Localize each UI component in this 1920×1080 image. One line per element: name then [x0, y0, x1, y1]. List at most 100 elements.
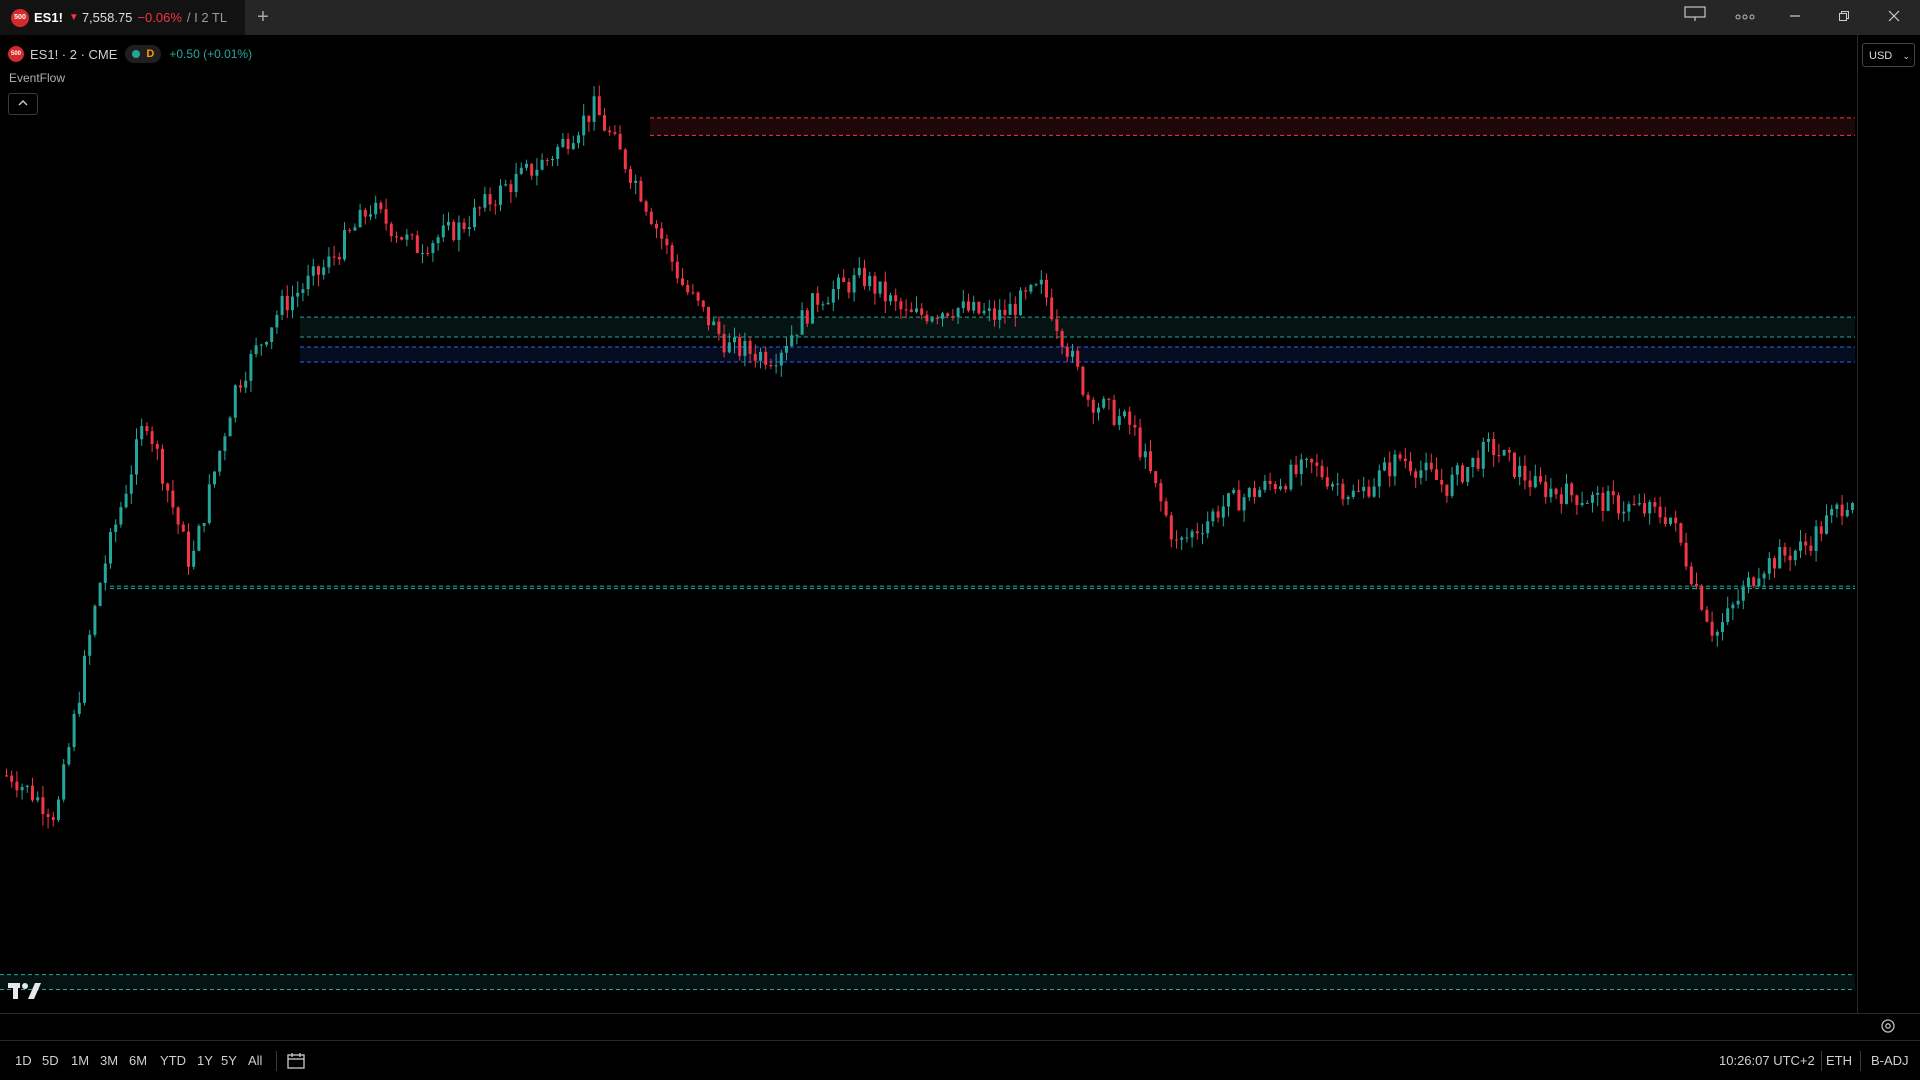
- candle-body: [764, 351, 768, 365]
- settings-gear-icon[interactable]: [1877, 1018, 1899, 1040]
- close-icon[interactable]: [1879, 6, 1909, 28]
- restore-icon[interactable]: [1829, 6, 1859, 28]
- candle-body: [1788, 555, 1792, 561]
- range-1d[interactable]: 1D: [15, 1053, 32, 1068]
- candle-body: [852, 275, 856, 293]
- candle-body: [1279, 486, 1282, 490]
- candle-body: [462, 222, 466, 229]
- candle-body: [743, 340, 747, 356]
- adjustment-toggle[interactable]: B-ADJ: [1871, 1053, 1909, 1068]
- candle-body: [218, 450, 222, 472]
- candle-body: [129, 474, 133, 494]
- candle-body: [545, 159, 549, 161]
- candle-body: [301, 289, 305, 293]
- currency-select[interactable]: USD ⌄: [1862, 43, 1915, 67]
- candle-body: [1081, 366, 1085, 395]
- candle-body: [1357, 490, 1360, 492]
- candle-body: [1513, 452, 1516, 478]
- candle-body: [384, 209, 388, 224]
- price-chart[interactable]: 7,568.007,564.007,560.007,556.007,552.00…: [0, 35, 1858, 1013]
- candle-body: [1299, 459, 1303, 475]
- candle-body: [426, 252, 430, 254]
- layout-icon[interactable]: [1680, 6, 1710, 28]
- title-bar: 500 ES1! ▼ 7,558.75 −0.06% / I 2 TL +: [0, 0, 1920, 35]
- candle-body: [1814, 526, 1818, 551]
- collapse-indicators-button[interactable]: [8, 93, 38, 115]
- price-axis-divider: [1857, 35, 1858, 1013]
- candle-body: [124, 493, 128, 508]
- range-6m[interactable]: 6M: [129, 1053, 147, 1068]
- candle-body: [748, 340, 752, 354]
- more-icon[interactable]: [1730, 6, 1760, 28]
- candle-body: [826, 302, 830, 305]
- candle-body: [1414, 471, 1418, 478]
- candle-body: [639, 180, 643, 202]
- candle-body: [441, 225, 445, 238]
- candle-body: [1429, 462, 1433, 470]
- candle-body: [1086, 394, 1090, 400]
- candle-body: [483, 194, 487, 208]
- candle-body: [857, 267, 861, 276]
- candle-body: [119, 507, 123, 525]
- candle-body: [1190, 531, 1194, 538]
- candle-body: [1492, 438, 1496, 456]
- tradingview-logo-icon[interactable]: [8, 980, 44, 1002]
- candle-body: [98, 582, 102, 606]
- candle-body: [1180, 537, 1184, 540]
- candle-body: [1008, 303, 1012, 315]
- candle-body: [1731, 604, 1735, 609]
- range-1m[interactable]: 1M: [71, 1053, 89, 1068]
- candle-body: [1346, 496, 1350, 500]
- clock-readout[interactable]: 10:26:07 UTC+2: [1719, 1053, 1815, 1068]
- candle-body: [1695, 584, 1698, 586]
- candle-body: [577, 135, 580, 144]
- chart-tab[interactable]: 500 ES1! ▼ 7,558.75 −0.06% / I 2 TL: [0, 0, 245, 35]
- range-all[interactable]: All: [248, 1053, 262, 1068]
- candle-body: [1294, 464, 1298, 475]
- candle-body: [1762, 573, 1766, 579]
- candle-body: [1263, 480, 1267, 490]
- candle-body: [275, 314, 279, 328]
- candle-body: [837, 277, 840, 290]
- candle-body: [1133, 424, 1137, 428]
- chevron-up-icon: [18, 100, 28, 106]
- candle-body: [1284, 486, 1288, 490]
- candle-body: [993, 308, 996, 320]
- range-ytd[interactable]: YTD: [160, 1053, 186, 1068]
- candle-body: [1778, 547, 1782, 569]
- candle-body: [400, 236, 404, 240]
- candle-body: [1195, 531, 1199, 534]
- minimize-icon[interactable]: [1780, 6, 1810, 28]
- candle-body: [1736, 600, 1740, 605]
- session-toggle[interactable]: ETH: [1826, 1053, 1852, 1068]
- candle-body: [457, 222, 461, 241]
- range-1y[interactable]: 1Y: [197, 1053, 213, 1068]
- candle-body: [452, 221, 456, 241]
- candle-body: [1643, 502, 1646, 514]
- candle-body: [519, 167, 523, 174]
- candle-body: [10, 775, 14, 782]
- candle-body: [842, 277, 846, 283]
- candle-body: [660, 228, 664, 239]
- candle-body: [228, 417, 232, 437]
- candle-body: [982, 310, 986, 314]
- candle-body: [873, 275, 877, 294]
- indicator-name[interactable]: EventFlow: [9, 71, 65, 85]
- candle-body: [525, 163, 528, 168]
- candle-body: [686, 284, 690, 293]
- range-5d[interactable]: 5D: [42, 1053, 59, 1068]
- legend-symbol[interactable]: ES1! · 2 · CME: [30, 47, 117, 62]
- candle-body: [831, 289, 835, 303]
- range-5y[interactable]: 5Y: [221, 1053, 237, 1068]
- market-status-pill[interactable]: D: [125, 45, 162, 63]
- candle-body: [36, 797, 40, 801]
- candle-body: [285, 296, 289, 311]
- candle-body: [805, 310, 809, 324]
- calendar-icon[interactable]: [286, 1051, 306, 1074]
- range-3m[interactable]: 3M: [100, 1053, 118, 1068]
- candle-body: [15, 781, 19, 791]
- new-tab-plus-icon[interactable]: +: [252, 6, 274, 28]
- candle-body: [1549, 488, 1553, 498]
- candle-body: [1393, 454, 1397, 477]
- candle-body: [1565, 483, 1568, 504]
